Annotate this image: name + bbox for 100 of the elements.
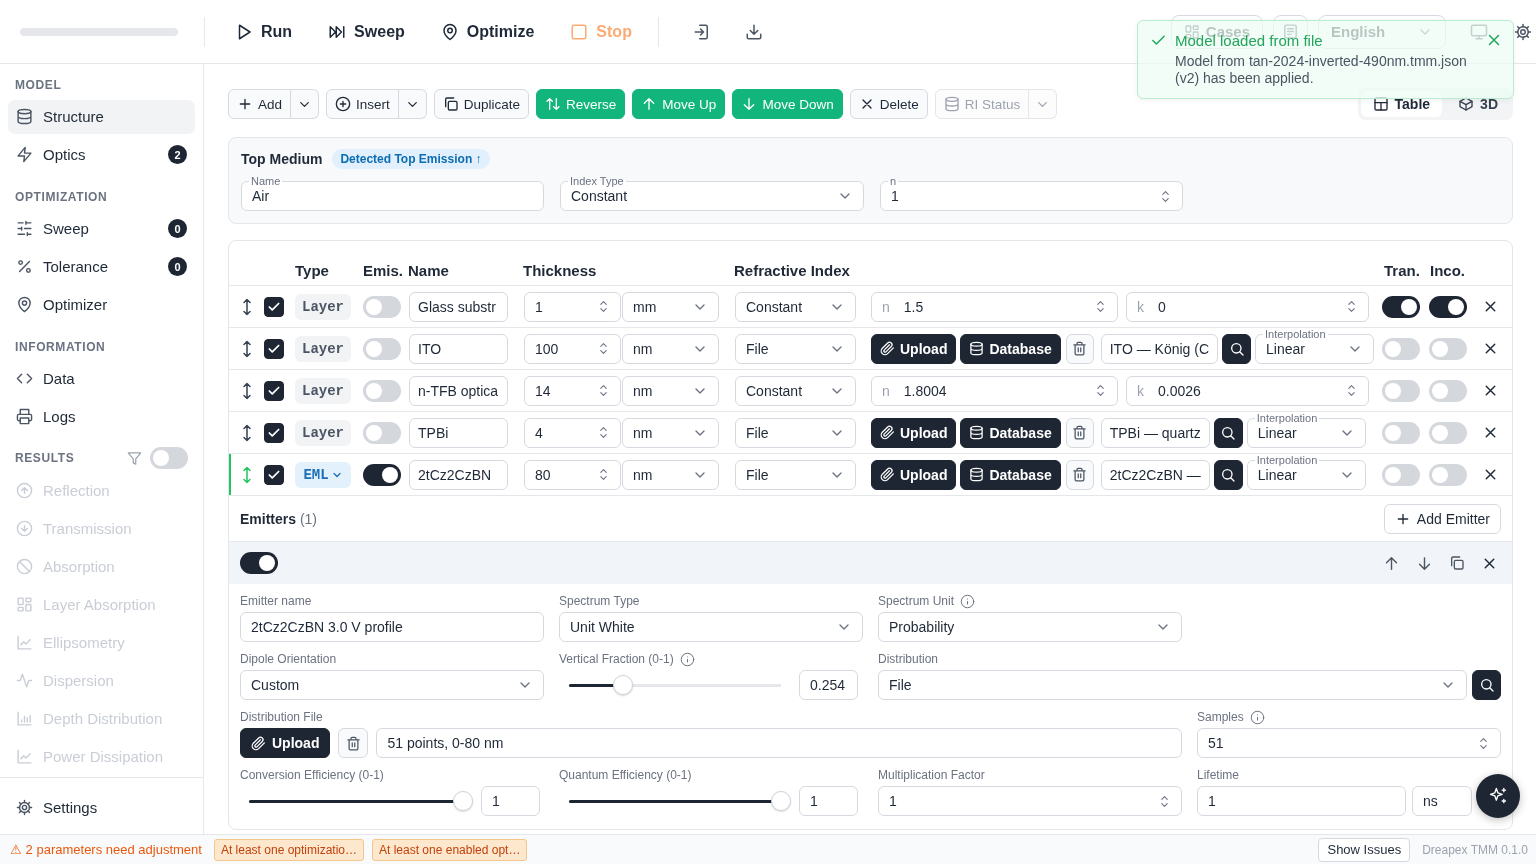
upload-button[interactable]: Upload: [871, 333, 957, 364]
toolbar-button[interactable]: Insert: [326, 89, 399, 119]
duplicate-button[interactable]: [1449, 554, 1465, 572]
toolbar-button[interactable]: Run: [235, 22, 293, 41]
delete-button[interactable]: [1065, 333, 1094, 364]
stepper-icon[interactable]: [1345, 300, 1358, 313]
thickness-field[interactable]: 14: [524, 375, 621, 406]
name-field[interactable]: ITO: [409, 333, 508, 364]
info-icon[interactable]: [960, 593, 976, 609]
sidebar-item[interactable]: Data: [8, 361, 195, 396]
search-button[interactable]: [1213, 459, 1243, 490]
database-button[interactable]: Database: [960, 417, 1061, 448]
database-button[interactable]: Database: [960, 333, 1061, 364]
sidebar-item[interactable]: Optics 2: [8, 137, 195, 172]
search-button[interactable]: [1222, 333, 1252, 364]
database-button[interactable]: Database: [960, 459, 1061, 490]
stepper-icon[interactable]: [1345, 384, 1358, 397]
stepper-icon[interactable]: [1094, 384, 1107, 397]
filter-toggle[interactable]: [150, 447, 188, 470]
transmission-toggle[interactable]: [1382, 337, 1420, 360]
type-tag[interactable]: EML: [295, 461, 351, 488]
search-button[interactable]: [1213, 417, 1243, 448]
info-icon[interactable]: [679, 651, 695, 667]
index-type-select[interactable]: File: [735, 459, 856, 490]
stepper-icon[interactable]: [597, 300, 610, 313]
transmission-toggle[interactable]: [1382, 379, 1420, 402]
unit-select[interactable]: nm: [622, 375, 719, 406]
name-field[interactable]: 2tCz2CzBN 3.0 V profile: [240, 612, 544, 642]
name-field[interactable]: Glass substr: [409, 291, 508, 322]
show-issues-button[interactable]: Show Issues: [1318, 837, 1411, 862]
emission-toggle[interactable]: [363, 463, 401, 486]
table-row[interactable]: Layer Glass substr 1 mm Constant n 1.5 k 0: [229, 285, 1512, 327]
transmission-toggle[interactable]: [1382, 295, 1420, 318]
thickness-field[interactable]: 100: [524, 333, 621, 364]
k-field[interactable]: k 0: [1126, 291, 1369, 322]
emission-toggle[interactable]: [363, 295, 401, 318]
emission-toggle[interactable]: [363, 337, 401, 360]
dipole-select[interactable]: Custom: [240, 670, 544, 700]
incoherence-toggle[interactable]: [1429, 463, 1467, 486]
checkbox[interactable]: [264, 464, 284, 485]
transmission-toggle[interactable]: [1382, 421, 1420, 444]
emitter-toggle[interactable]: [240, 552, 278, 574]
import-button[interactable]: [692, 22, 711, 41]
index-type-select[interactable]: File: [735, 417, 856, 448]
sidebar-item[interactable]: Structure: [8, 99, 195, 134]
spectrum-type-select[interactable]: Unit White: [559, 612, 863, 642]
upload-button[interactable]: Upload: [240, 728, 331, 758]
checkbox[interactable]: [264, 380, 284, 401]
search-button[interactable]: [1472, 670, 1501, 700]
incoherence-toggle[interactable]: [1429, 295, 1467, 318]
delete-button[interactable]: [338, 728, 369, 758]
unit-select[interactable]: nm: [622, 333, 719, 364]
incoherence-toggle[interactable]: [1429, 379, 1467, 402]
incoherence-toggle[interactable]: [1429, 421, 1467, 444]
move-down-button[interactable]: [1416, 554, 1433, 572]
view-tab[interactable]: 3D: [1446, 91, 1510, 117]
sidebar-item[interactable]: Tolerance 0: [8, 249, 195, 284]
sidebar-item[interactable]: Settings: [8, 790, 195, 824]
index-type-select[interactable]: File: [735, 333, 856, 364]
issue-tag[interactable]: At least one enabled opt…: [372, 838, 528, 861]
toolbar-button[interactable]: Duplicate: [433, 89, 530, 119]
lifetime-field[interactable]: 1: [1197, 786, 1406, 816]
value-field[interactable]: 1: [799, 786, 858, 816]
sidebar-item[interactable]: Optimizer: [8, 287, 195, 322]
stepper-icon[interactable]: [1477, 736, 1490, 750]
thickness-field[interactable]: 80: [524, 459, 621, 490]
info-icon[interactable]: [1249, 709, 1265, 725]
stepper-icon[interactable]: [1094, 300, 1107, 313]
spectrum-unit-select[interactable]: Probability: [878, 612, 1182, 642]
delete-button[interactable]: [1065, 459, 1094, 490]
multiplication-field[interactable]: 1: [878, 786, 1182, 816]
checkbox[interactable]: [264, 296, 284, 317]
material-field[interactable]: TPBi — quartz: [1100, 417, 1210, 448]
toolbar-button[interactable]: Sweep: [328, 22, 405, 41]
stepper-icon[interactable]: [597, 468, 610, 481]
assistant-button[interactable]: [1476, 774, 1520, 818]
name-field[interactable]: n-TFB optica: [409, 375, 508, 406]
index-type-select[interactable]: Constant: [735, 291, 856, 322]
upload-button[interactable]: Upload: [871, 459, 957, 490]
delete-button[interactable]: [1065, 417, 1094, 448]
table-row[interactable]: Layer ITO 100 nm File Upload Database ITO — König (C Interpolation Linear: [229, 327, 1512, 369]
transmission-toggle[interactable]: [1382, 463, 1420, 486]
k-field[interactable]: k 0.0026: [1126, 375, 1369, 406]
table-row[interactable]: Layer TPBi 4 nm File Upload Database TPBi — quartz Interpolation Linear: [229, 411, 1512, 453]
download-button[interactable]: [744, 22, 763, 41]
thickness-field[interactable]: 4: [524, 417, 621, 448]
name-field[interactable]: TPBi: [409, 417, 508, 448]
stepper-icon[interactable]: [1158, 794, 1171, 808]
name-field[interactable]: 2tCz2CzBN: [409, 459, 508, 490]
n-field[interactable]: n 1.8004: [871, 375, 1118, 406]
incoherence-toggle[interactable]: [1429, 337, 1467, 360]
settings-button[interactable]: [1514, 22, 1532, 41]
add-emitter-button[interactable]: Add Emitter: [1383, 503, 1501, 534]
material-field[interactable]: 2tCz2CzBN —: [1100, 459, 1210, 490]
unit-select[interactable]: nm: [622, 417, 719, 448]
sidebar-item[interactable]: Logs: [8, 399, 195, 434]
unit-select[interactable]: nm: [622, 459, 719, 490]
samples-field[interactable]: 51: [1197, 728, 1501, 758]
value-field[interactable]: 1: [481, 786, 540, 816]
distribution-select[interactable]: File: [878, 670, 1467, 700]
